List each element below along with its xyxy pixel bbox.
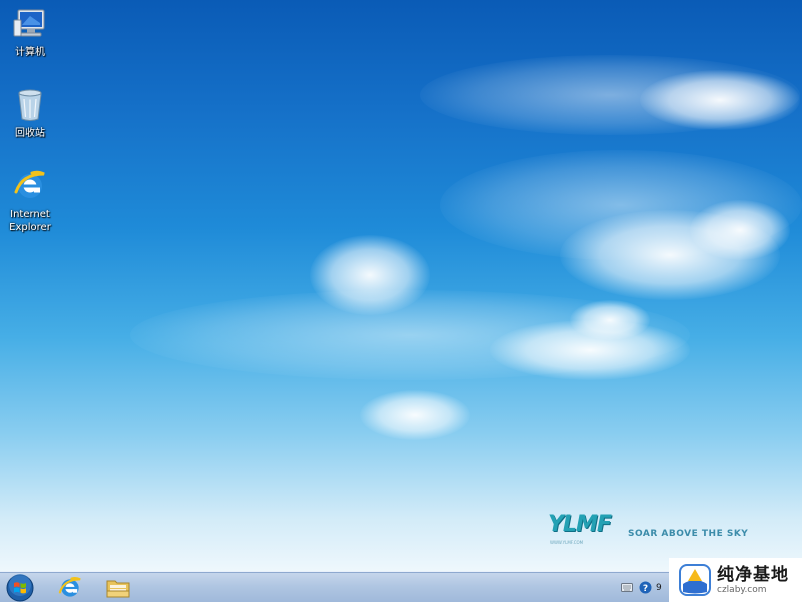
desktop[interactable]: 计算机 回收站 Internet Explorer YLMF SOAR ABOV… — [0, 0, 802, 602]
watermark: 纯净基地 czlaby.com — [669, 558, 802, 602]
recycle-bin-icon — [12, 87, 48, 123]
keyboard-icon[interactable] — [620, 581, 634, 595]
logo-wordmark: YLMF — [548, 512, 612, 537]
desktop-icon-recycle-bin[interactable]: 回收站 — [0, 87, 60, 140]
computer-icon — [12, 6, 48, 42]
tray-clock[interactable]: 9 — [656, 583, 662, 593]
logo-small-text: WWW.YLMF.COM — [550, 540, 584, 545]
logo-tagline: SOAR ABOVE THE SKY — [628, 529, 749, 539]
internet-explorer-icon — [12, 168, 48, 204]
system-tray: ? 9 — [620, 572, 662, 602]
start-button[interactable] — [4, 573, 36, 602]
svg-text:?: ? — [642, 584, 647, 594]
desktop-icon-internet-explorer[interactable]: Internet Explorer — [0, 168, 60, 234]
wallpaper-logo: YLMF SOAR ABOVE THE SKY WWW.YLMF.COM — [546, 512, 749, 548]
desktop-icon-label: Internet Explorer — [9, 209, 51, 233]
taskbar-pinned-windows-explorer[interactable] — [99, 572, 137, 602]
desktop-icon-label: 回收站 — [15, 128, 45, 139]
taskbar-pinned-internet-explorer[interactable] — [51, 572, 89, 602]
desktop-icon-label: 计算机 — [15, 47, 45, 58]
watermark-url: czlaby.com — [717, 584, 767, 595]
folder-icon — [106, 580, 130, 597]
windows-start-orb-icon — [6, 574, 34, 602]
help-icon[interactable]: ? — [638, 581, 652, 595]
watermark-title: 纯净基地 — [717, 564, 789, 585]
internet-explorer-icon — [58, 576, 81, 597]
desktop-icon-computer[interactable]: 计算机 — [0, 6, 60, 59]
czlaby-logo-icon — [679, 564, 711, 596]
